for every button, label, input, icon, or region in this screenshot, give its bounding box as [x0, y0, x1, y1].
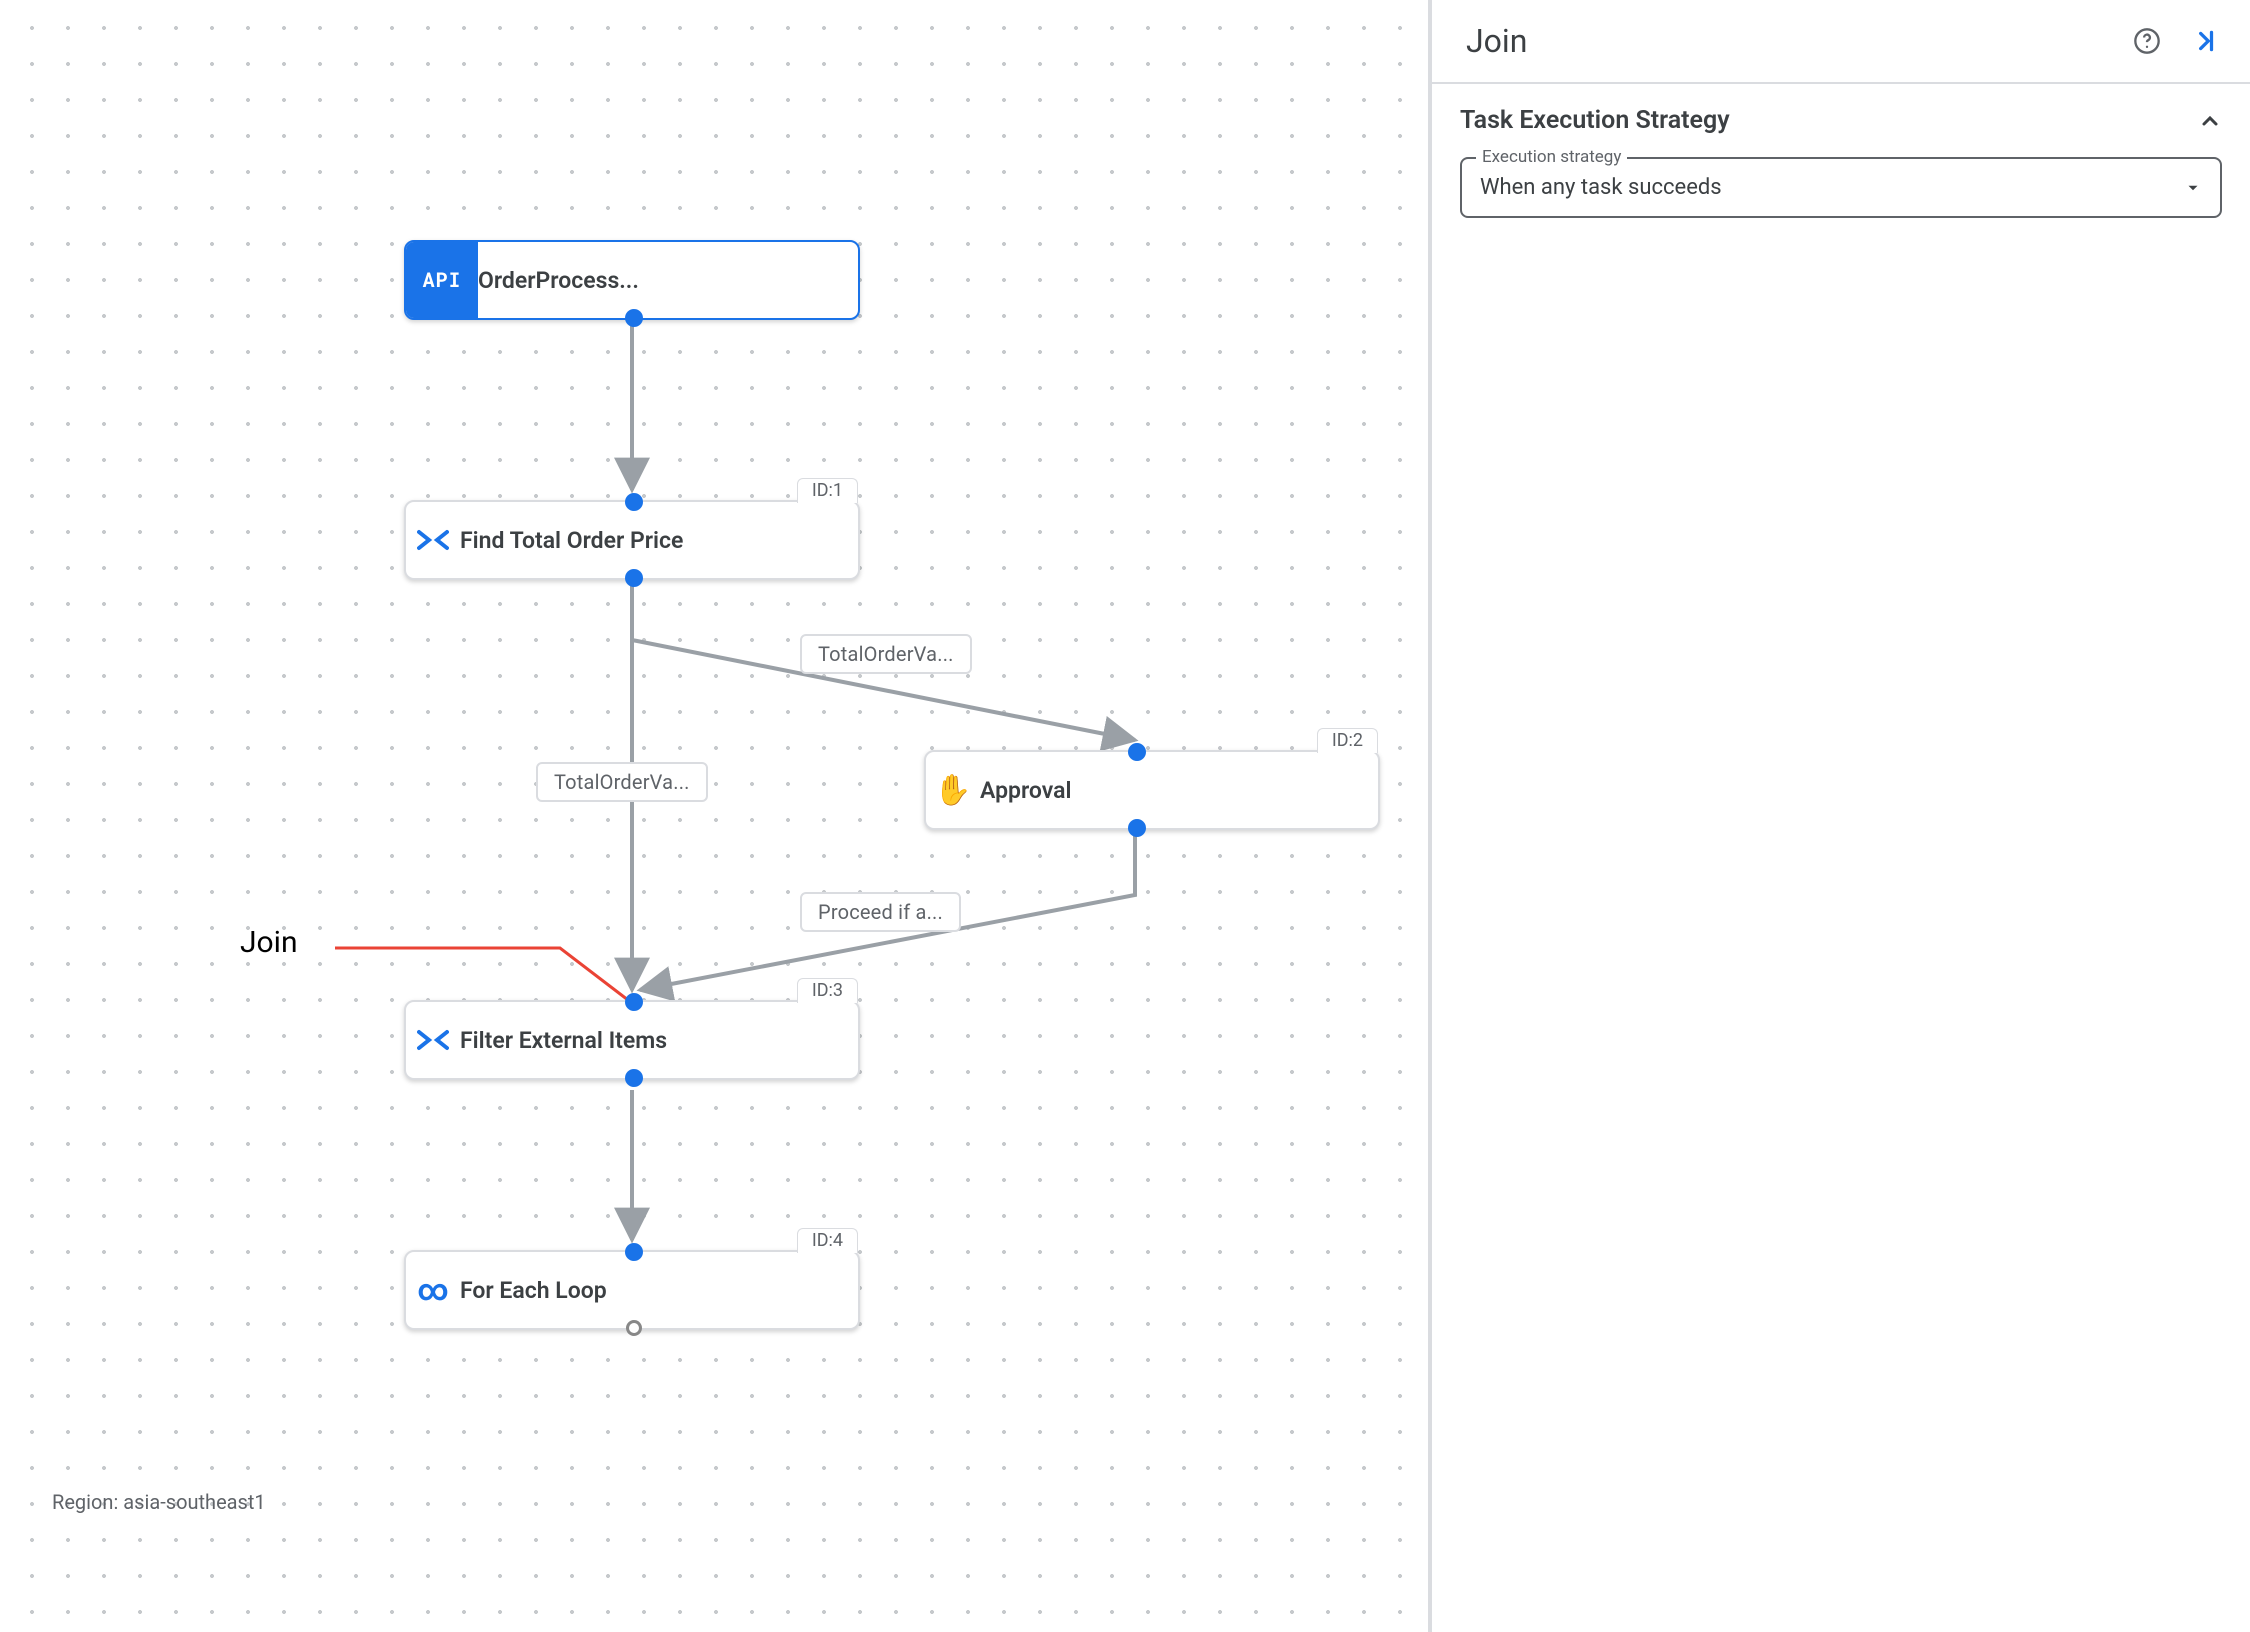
port-out-open[interactable]	[626, 1320, 642, 1336]
callout-join: Join	[240, 925, 298, 960]
node-loop[interactable]: ID:4 ∞ For Each Loop	[404, 1250, 860, 1330]
section-task-execution-strategy: Task Execution Strategy Execution strate…	[1432, 84, 2250, 240]
port-in[interactable]	[1129, 744, 1145, 760]
node-id-chip: ID:4	[797, 1228, 858, 1253]
data-mapping-icon	[406, 502, 460, 578]
node-label: Approval	[980, 777, 1091, 804]
collapse-panel-icon[interactable]	[2188, 24, 2222, 58]
port-in-join[interactable]	[626, 994, 642, 1010]
select-floating-label: Execution strategy	[1476, 147, 1627, 167]
region-label: Region: asia-southeast1	[52, 1490, 266, 1514]
port-out[interactable]	[1129, 820, 1145, 836]
workflow-canvas[interactable]: API OrderProcess... ID:1 Find Total Orde…	[0, 0, 1428, 1632]
node-trigger[interactable]: API OrderProcess...	[404, 240, 860, 320]
node-label: For Each Loop	[460, 1277, 627, 1304]
section-title: Task Execution Strategy	[1460, 106, 1730, 135]
node-filter[interactable]: ID:3 Filter External Items	[404, 1000, 860, 1080]
node-id-chip: ID:3	[797, 978, 858, 1003]
loop-icon: ∞	[406, 1252, 460, 1328]
node-label: Filter External Items	[460, 1027, 687, 1054]
node-label: Find Total Order Price	[460, 527, 703, 554]
execution-strategy-select[interactable]: Execution strategy When any task succeed…	[1460, 157, 2222, 218]
port-out[interactable]	[626, 1070, 642, 1086]
hand-icon: ✋	[926, 752, 980, 828]
port-in[interactable]	[626, 1244, 642, 1260]
panel-title: Join	[1466, 22, 1527, 60]
edge-label[interactable]: Proceed if a...	[800, 892, 961, 932]
node-id-chip: ID:1	[797, 478, 858, 503]
port-out[interactable]	[626, 570, 642, 586]
port-in[interactable]	[626, 494, 642, 510]
edge-label[interactable]: TotalOrderVa...	[800, 634, 972, 674]
data-mapping-icon	[406, 1002, 460, 1078]
port-out[interactable]	[626, 310, 642, 326]
node-find-total[interactable]: ID:1 Find Total Order Price	[404, 500, 860, 580]
dropdown-caret-icon	[2184, 179, 2202, 197]
panel-header: Join	[1432, 0, 2250, 84]
properties-panel: Join Task Execution Strategy Execution s…	[1428, 0, 2250, 1632]
node-label: OrderProcess...	[478, 267, 659, 294]
chevron-up-icon	[2198, 109, 2222, 133]
edge-label[interactable]: TotalOrderVa...	[536, 762, 708, 802]
help-icon[interactable]	[2130, 24, 2164, 58]
select-value-text: When any task succeeds	[1480, 175, 1722, 200]
api-badge-icon: API	[406, 242, 478, 318]
node-approval[interactable]: ID:2 ✋ Approval	[924, 750, 1380, 830]
section-toggle[interactable]: Task Execution Strategy	[1460, 106, 2222, 135]
node-id-chip: ID:2	[1317, 728, 1378, 753]
